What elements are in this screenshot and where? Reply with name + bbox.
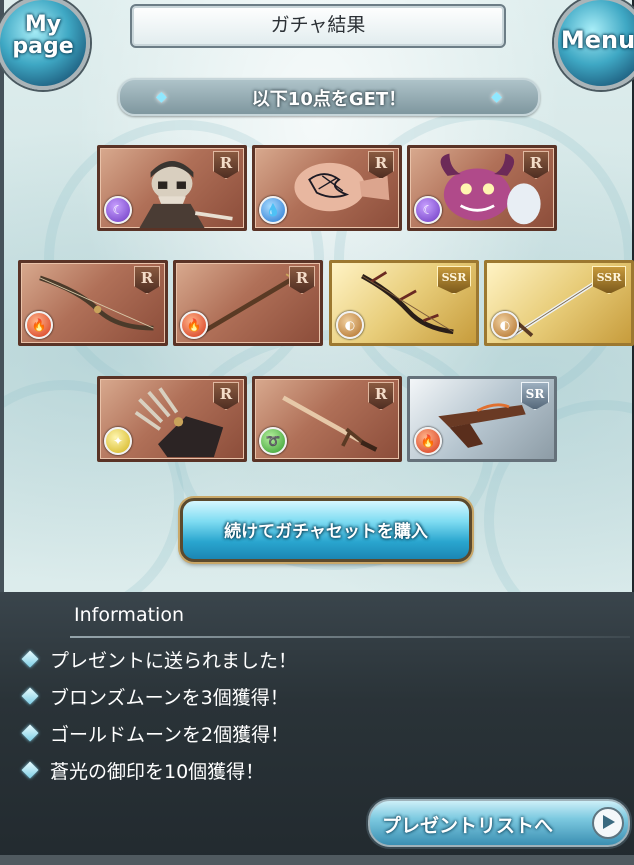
page-title: ガチャ結果 (270, 14, 366, 36)
buy-gacha-set-label: 続けてガチャセットを購入 (224, 522, 428, 542)
arrow-right-icon (592, 807, 624, 839)
earth-element-icon: ◐ (491, 311, 519, 339)
diamond-bullet-icon (21, 761, 39, 779)
information-item: ブロンズムーンを3個獲得！ (21, 683, 297, 720)
item-card-8[interactable]: R ✦ (97, 376, 247, 462)
light-element-icon: ✦ (104, 427, 132, 455)
item-card-3[interactable]: R ☾ (407, 145, 557, 231)
bottom-strip (0, 855, 634, 865)
fire-element-icon: 🔥 (180, 311, 208, 339)
item-card-7[interactable]: SSR ◐ (484, 260, 634, 346)
dark-element-icon: ☾ (104, 196, 132, 224)
information-list: プレゼントに送られました！ ブロンズムーンを3個獲得！ ゴールドムーンを2個獲得… (21, 646, 297, 794)
information-divider (70, 636, 630, 638)
right-gem-icon: ◆ (491, 89, 502, 105)
diamond-bullet-icon (21, 687, 39, 705)
mypage-label-line1: My (24, 12, 62, 37)
information-item: プレゼントに送られました！ (21, 646, 297, 683)
diamond-bullet-icon (21, 650, 39, 668)
wind-element-icon: ➰ (259, 427, 287, 455)
information-title: Information (74, 604, 184, 626)
item-card-6[interactable]: SSR ◐ (329, 260, 479, 346)
present-list-label: プレゼントリストへ (382, 815, 554, 837)
fire-element-icon: 🔥 (414, 427, 442, 455)
dark-element-icon: ☾ (414, 196, 442, 224)
water-element-icon: 💧 (259, 196, 287, 224)
item-card-10[interactable]: SR 🔥 (407, 376, 557, 462)
fire-element-icon: 🔥 (25, 311, 53, 339)
present-list-button[interactable]: プレゼントリストへ (368, 799, 630, 847)
left-edge-strip (0, 0, 4, 592)
mypage-label-line2: page (12, 34, 74, 59)
result-banner: ◆ 以下10点をGET！ ◆ (118, 78, 540, 116)
menu-label: Menu (560, 26, 634, 54)
information-item: ゴールドムーンを2個獲得！ (21, 720, 297, 757)
item-card-9[interactable]: R ➰ (252, 376, 402, 462)
item-card-4[interactable]: R 🔥 (18, 260, 168, 346)
information-item: 蒼光の御印を10個獲得！ (21, 757, 297, 794)
item-card-2[interactable]: R 💧 (252, 145, 402, 231)
item-card-5[interactable]: R 🔥 (173, 260, 323, 346)
diamond-bullet-icon (21, 724, 39, 742)
banner-text: 以下10点をGET！ (251, 89, 407, 110)
item-card-1[interactable]: R ☾ (97, 145, 247, 231)
buy-gacha-set-button[interactable]: 続けてガチャセットを購入 (180, 498, 472, 562)
earth-element-icon: ◐ (336, 311, 364, 339)
